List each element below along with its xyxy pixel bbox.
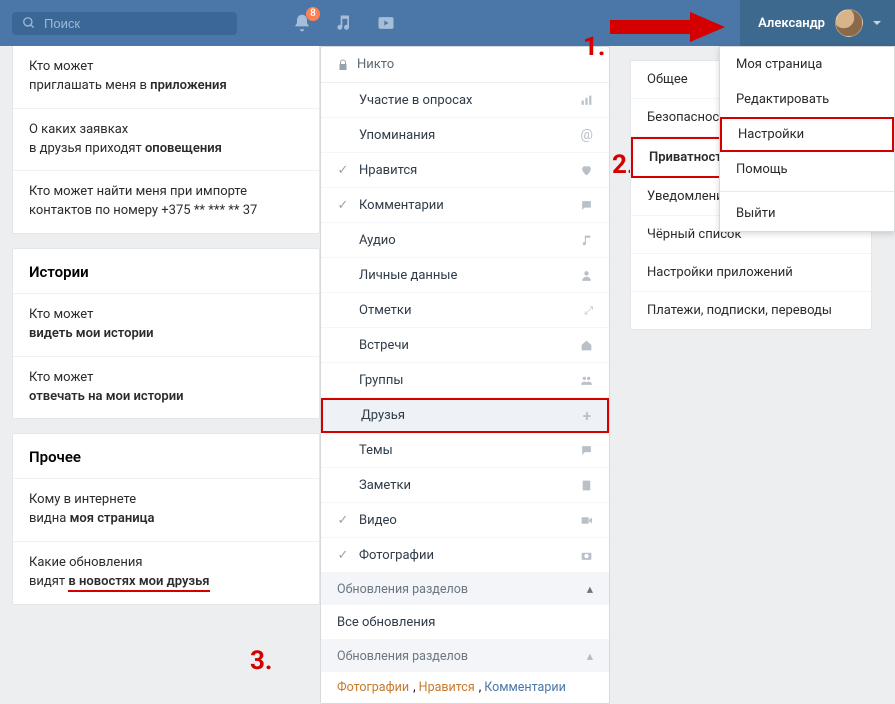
drop-item-label: Отметки (359, 303, 411, 318)
drop-item-10[interactable]: Темы (321, 433, 609, 468)
drop-item-label: Комментарии (359, 198, 444, 213)
drop-item-1[interactable]: Упоминания @ (321, 118, 609, 153)
setting-see-stories[interactable]: Кто можетвидеть мои истории (13, 294, 319, 357)
tag-row: Фотографии, Нравится, Комментарии (321, 672, 609, 703)
pm-logout[interactable]: Выйти (720, 196, 894, 231)
username: Александр (758, 16, 825, 31)
check-icon: ✓ (337, 548, 349, 563)
all-updates[interactable]: Все обновления (321, 605, 609, 640)
notif-badge: 8 (306, 7, 320, 21)
updates-sections-1[interactable]: Обновления разделов ▴ (321, 573, 609, 605)
drop-item-label: Видео (359, 513, 397, 528)
lock-row[interactable]: Никто (321, 47, 609, 83)
plus-icon: + (583, 407, 591, 425)
music-icon (580, 234, 593, 247)
check-icon: ✓ (337, 513, 349, 528)
setting-find-by-phone[interactable]: Кто может найти меня при импорте контакт… (13, 171, 319, 233)
drop-item-label: Аудио (359, 233, 396, 248)
search-input[interactable] (44, 16, 227, 31)
settings-left-col: Кто может приглашать меня в приложения О… (0, 46, 320, 704)
nav-payments[interactable]: Платежи, подписки, переводы (631, 292, 871, 329)
drop-item-label: Участие в опросах (359, 93, 472, 108)
setting-invite-apps[interactable]: Кто может приглашать меня в приложения (13, 46, 319, 109)
user-icon (580, 269, 593, 282)
pm-help[interactable]: Помощь (720, 152, 894, 187)
chevron-down-icon (873, 21, 881, 25)
lock-label: Никто (357, 57, 394, 72)
section-other-title: Прочее (13, 434, 319, 479)
drop-item-13[interactable]: ✓ Фотографии (321, 538, 609, 573)
drop-item-4[interactable]: Аудио (321, 223, 609, 258)
expand-icon: ⤢ (584, 303, 593, 318)
home-icon (580, 339, 593, 352)
drop-item-label: Упоминания (359, 128, 435, 143)
note-icon (580, 479, 593, 492)
drop-item-6[interactable]: Отметки ⤢ (321, 293, 609, 328)
setting-friend-request-notif[interactable]: О каких заявках в друзья приходят оповещ… (13, 109, 319, 172)
drop-item-0[interactable]: Участие в опросах (321, 83, 609, 118)
setting-reply-stories[interactable]: Кто можетотвечать на мои истории (13, 357, 319, 419)
users-icon (580, 374, 593, 387)
drop-item-2[interactable]: ✓ Нравится (321, 153, 609, 188)
chevron-up-icon: ▴ (587, 581, 593, 597)
topbar: 8 Александр (0, 0, 895, 46)
updates-sections-2[interactable]: Обновления разделов ▴ (321, 640, 609, 672)
search-icon (22, 16, 36, 30)
chat-icon (580, 444, 593, 457)
drop-item-7[interactable]: Встречи (321, 328, 609, 363)
setting-friends-news[interactable]: Какие обновления видят в новостях мои др… (13, 542, 319, 604)
drop-item-label: Личные данные (359, 268, 457, 283)
pm-edit[interactable]: Редактировать (720, 82, 894, 117)
drop-item-5[interactable]: Личные данные (321, 258, 609, 293)
drop-item-3[interactable]: ✓ Комментарии (321, 188, 609, 223)
bars-icon (580, 94, 593, 107)
profile-menu: Моя страница Редактировать Настройки Пом… (719, 46, 895, 232)
heart-icon (580, 164, 593, 177)
drop-item-label: Нравится (359, 163, 417, 178)
search-box[interactable] (12, 12, 237, 35)
pm-settings[interactable]: Настройки (720, 117, 894, 152)
music-icon[interactable] (334, 13, 354, 33)
menu-separator (720, 191, 894, 192)
drop-item-8[interactable]: Группы (321, 363, 609, 398)
video-icon[interactable] (376, 13, 396, 33)
tag-comments[interactable]: Комментарии (484, 680, 566, 695)
video-icon (580, 514, 593, 527)
updates-dropdown: Никто Участие в опросах Упоминания @ ✓ Нрави… (320, 46, 610, 704)
drop-item-11[interactable]: Заметки (321, 468, 609, 503)
drop-item-label: Заметки (359, 478, 411, 493)
check-icon: ✓ (337, 163, 349, 178)
top-icons: 8 (292, 13, 396, 33)
notifications-icon[interactable]: 8 (292, 13, 312, 33)
profile-button[interactable]: Александр (740, 0, 895, 46)
chevron-up-icon: ▴ (587, 648, 593, 664)
section-stories-title: Истории (13, 249, 319, 294)
camera-icon (580, 549, 593, 562)
avatar (835, 9, 863, 37)
dropdown-panel-col: Никто Участие в опросах Упоминания @ ✓ Нрави… (320, 46, 612, 704)
check-icon: ✓ (337, 198, 349, 213)
tag-likes[interactable]: Нравится (419, 680, 475, 695)
drop-item-12[interactable]: ✓ Видео (321, 503, 609, 538)
setting-page-visibility[interactable]: Кому в интернете видна моя страница (13, 479, 319, 542)
drop-item-label: Темы (359, 443, 393, 458)
drop-item-9[interactable]: Друзья + (321, 398, 609, 433)
drop-item-label: Друзья (361, 408, 405, 423)
at-icon: @ (580, 127, 593, 143)
drop-item-label: Встречи (359, 338, 409, 353)
nav-app-settings[interactable]: Настройки приложений (631, 254, 871, 292)
comment-icon (580, 199, 593, 212)
drop-item-label: Фотографии (359, 548, 434, 563)
lock-icon (337, 58, 349, 72)
pm-my-page[interactable]: Моя страница (720, 47, 894, 82)
tag-photos[interactable]: Фотографии (337, 680, 409, 695)
drop-item-label: Группы (359, 373, 403, 388)
